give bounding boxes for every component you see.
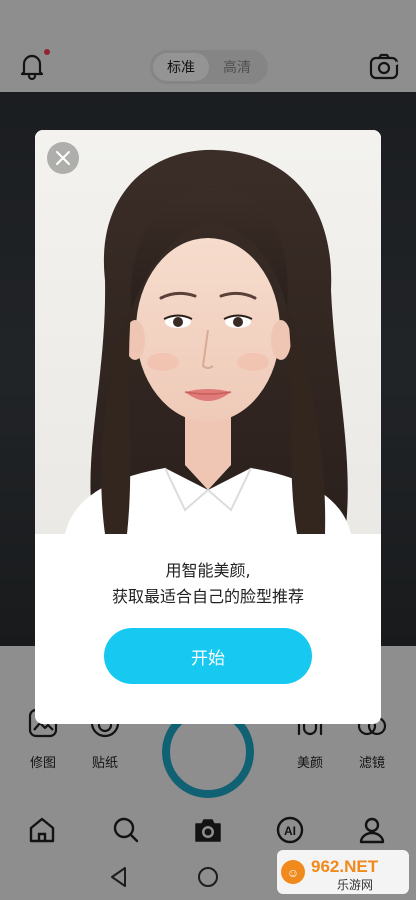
beauty-intro-dialog: 用智能美颜, 获取最适合自己的脸型推荐 开始 bbox=[35, 130, 381, 724]
dialog-line-1: 用智能美颜, bbox=[165, 561, 251, 580]
dialog-line-2: 获取最适合自己的脸型推荐 bbox=[111, 587, 304, 606]
camera-app: 标准 高清 修图 贴纸 美颜 滤镜 AI 用智能美颜, 获取最适合自己的脸型推荐… bbox=[0, 0, 416, 900]
watermark-subtitle: 乐游网 bbox=[337, 878, 373, 892]
start-button[interactable]: 开始 bbox=[104, 628, 312, 684]
svg-text:☺: ☺ bbox=[287, 866, 299, 880]
dialog-message: 用智能美颜, 获取最适合自己的脸型推荐 bbox=[35, 558, 381, 610]
watermark-logo: ☺ 962.NET 乐游网 bbox=[277, 850, 409, 894]
watermark-brand: 962.NET bbox=[311, 857, 379, 876]
portrait-photo bbox=[35, 130, 381, 534]
site-watermark: ☺ 962.NET 乐游网 bbox=[275, 848, 411, 896]
close-icon bbox=[56, 151, 70, 165]
close-button[interactable] bbox=[47, 142, 79, 174]
portrait-illustration bbox=[35, 130, 381, 534]
